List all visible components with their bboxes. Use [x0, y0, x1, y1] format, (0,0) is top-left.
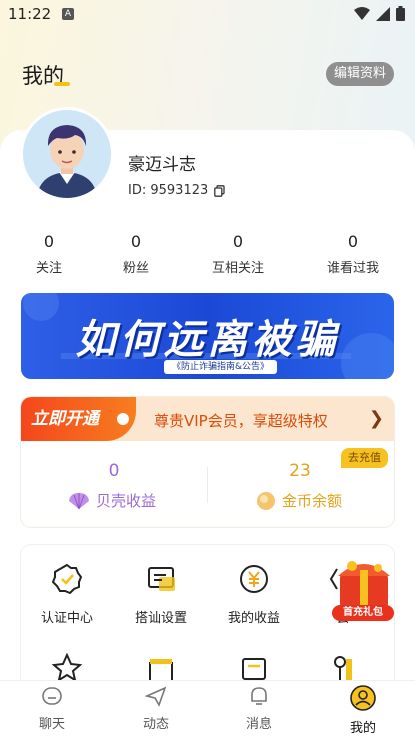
service-chat-settings[interactable]: 搭讪设置	[121, 563, 201, 626]
stat-value: 0	[130, 232, 142, 251]
service-label: 认证中心	[40, 611, 93, 626]
signal-icon	[376, 6, 390, 21]
battery-icon	[396, 6, 405, 21]
avatar-illustration-icon	[23, 110, 111, 198]
vip-dot-icon	[117, 413, 129, 425]
edit-profile-button[interactable]: 编辑资料	[325, 62, 394, 86]
nav-item-profile[interactable]: 我的	[333, 685, 393, 736]
nav-item-chat[interactable]: 聊天	[22, 685, 82, 732]
vip-header[interactable]: 立即开通 尊贵VIP会员，享超级特权 ❯	[21, 397, 394, 441]
title-underline	[54, 82, 70, 86]
chat-icon	[42, 687, 62, 705]
stat-label: 谁看过我	[326, 261, 379, 276]
coin-icon	[257, 491, 275, 510]
verified-badge-icon	[51, 563, 83, 595]
shell-earnings-value: 0	[108, 461, 120, 481]
stats-row: 0 关注 0 粉丝 0 互相关注 0 谁看过我	[0, 232, 415, 282]
paper-plane-icon	[144, 686, 167, 707]
profile-icon	[350, 685, 376, 711]
first-recharge-gift[interactable]: 首充礼包	[332, 556, 396, 624]
shell-earnings-label: 贝壳收益	[96, 492, 157, 510]
nav-label: 动态	[142, 717, 169, 732]
status-icons	[354, 6, 405, 21]
star-icon	[51, 652, 83, 683]
notification-icon: A	[62, 8, 74, 20]
status-bar: 11:22 A	[0, 0, 415, 30]
stat-visitors[interactable]: 0 谁看过我	[313, 232, 393, 276]
vip-promo-text: 尊贵VIP会员，享超级特权	[154, 412, 328, 430]
banner-title: 如何远离被骗	[75, 317, 340, 363]
anti-fraud-banner[interactable]: 如何远离被骗 《防止诈骗指南&公告》	[21, 293, 394, 379]
user-id-text: ID: 9593123	[128, 183, 209, 198]
key-icon	[334, 656, 352, 681]
coin-balance-label: 金币余额	[282, 492, 343, 510]
chevron-right-icon[interactable]: ❯	[369, 408, 384, 429]
shell-earnings[interactable]: 贝壳收益	[68, 490, 156, 511]
stat-label: 粉丝	[122, 261, 149, 276]
bell-icon	[251, 687, 267, 705]
nav-item-feed[interactable]: 动态	[126, 685, 186, 732]
service-label: 搭讪设置	[134, 611, 187, 626]
wifi-icon	[354, 6, 370, 20]
gift-label: 首充礼包	[332, 605, 394, 621]
stat-value: 0	[347, 232, 359, 251]
stat-following[interactable]: 0 关注	[9, 232, 89, 276]
nav-label: 我的	[349, 721, 376, 736]
bottom-nav: 聊天 动态 消息 我的	[0, 680, 415, 739]
mail-icon	[242, 658, 266, 680]
banner-subtitle: 《防止诈骗指南&公告》	[164, 360, 278, 374]
status-time: 11:22	[8, 5, 52, 23]
coin-balance-value: 23	[289, 461, 311, 481]
chat-settings-icon	[148, 567, 175, 591]
stat-mutual[interactable]: 0 互相关注	[198, 232, 278, 276]
gift-box-icon	[149, 659, 173, 682]
shell-icon	[69, 492, 89, 509]
nav-label: 聊天	[38, 717, 65, 732]
stat-followers[interactable]: 0 粉丝	[96, 232, 176, 276]
nav-item-messages[interactable]: 消息	[229, 685, 289, 732]
coin-balance[interactable]: 金币余额	[256, 490, 342, 511]
divider	[207, 467, 208, 503]
yuan-coin-icon	[240, 565, 268, 593]
copy-icon[interactable]	[214, 184, 225, 197]
gift-chest-icon	[338, 561, 390, 608]
service-verification[interactable]: 认证中心	[27, 563, 107, 626]
stat-label: 关注	[35, 261, 62, 276]
nav-label: 消息	[245, 717, 272, 732]
stat-value: 0	[232, 232, 244, 251]
user-id: ID: 9593123	[128, 183, 225, 198]
service-earnings[interactable]: 我的收益	[214, 563, 294, 626]
vip-card: 立即开通 尊贵VIP会员，享超级特权 ❯ 去充值 0 贝壳收益 23 金币余额	[21, 397, 394, 527]
service-label: 我的收益	[227, 611, 280, 626]
stat-label: 互相关注	[211, 261, 264, 276]
avatar[interactable]	[20, 107, 114, 201]
username: 豪迈斗志	[128, 155, 196, 175]
stat-value: 0	[43, 232, 55, 251]
